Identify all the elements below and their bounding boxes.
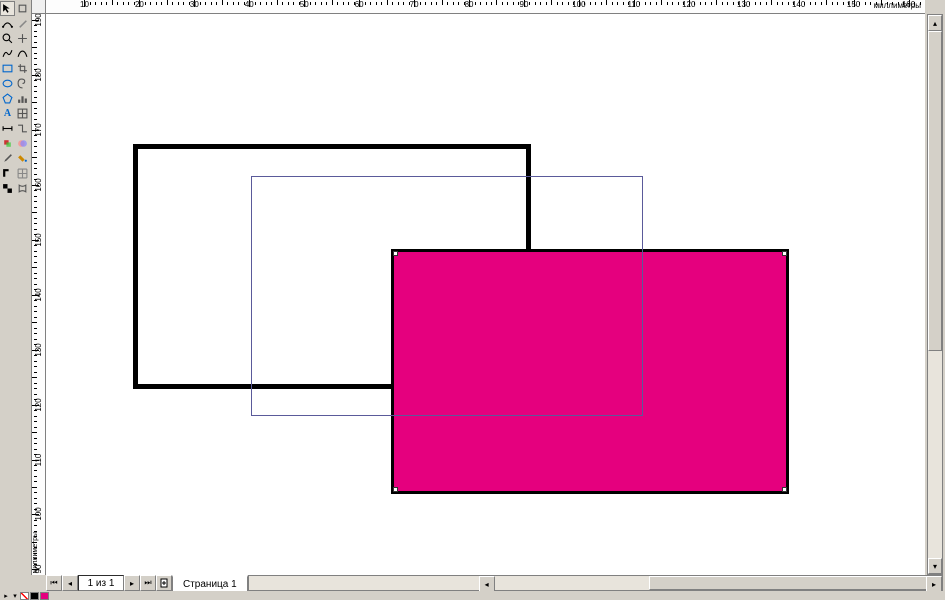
scroll-up-button[interactable]: ▴ (928, 15, 942, 31)
tool-shape[interactable] (15, 1, 30, 16)
page-counter[interactable]: 1 из 1 (78, 575, 124, 591)
canvas[interactable] (46, 14, 925, 575)
page-tab-1[interactable]: Страница 1 (172, 575, 248, 591)
tool-transparency[interactable] (0, 181, 15, 196)
tool-pan[interactable] (15, 31, 30, 46)
tool-crop[interactable] (15, 61, 30, 76)
tool-pick[interactable] (0, 1, 15, 16)
tool-polygon[interactable] (0, 91, 15, 106)
scroll-thumb-v[interactable] (928, 31, 942, 351)
tool-freehand[interactable] (0, 46, 15, 61)
page-add-button[interactable] (156, 575, 172, 591)
tool-blend[interactable] (15, 136, 30, 151)
tool-ellipse[interactable] (0, 76, 15, 91)
swatch-none[interactable] (20, 592, 29, 600)
tool-mesh[interactable] (15, 166, 30, 181)
scroll-right-button[interactable]: ▸ (926, 576, 942, 592)
tool-graph[interactable] (15, 91, 30, 106)
palette-menu[interactable]: ▾ (11, 592, 19, 600)
resize-handle-br[interactable] (782, 487, 787, 492)
tool-spiral[interactable] (15, 76, 30, 91)
tool-outline[interactable] (0, 166, 15, 181)
scroll-down-button[interactable]: ▾ (928, 558, 942, 574)
tool-table[interactable] (15, 106, 30, 121)
tool-zoom[interactable] (0, 31, 15, 46)
ruler-vertical[interactable]: миллиметры 19018017016015014013012011010… (32, 14, 46, 575)
page-prev-button[interactable]: ◂ (62, 575, 78, 591)
scroll-left-button[interactable]: ◂ (479, 576, 495, 592)
tool-eyedropper[interactable] (0, 151, 15, 166)
ruler-horizontal[interactable]: миллиметры 10203040506070809010011012013… (46, 0, 925, 14)
swatch-black[interactable] (30, 592, 39, 600)
tool-knife[interactable] (15, 16, 30, 31)
tool-rect[interactable] (0, 61, 15, 76)
ruler-corner (32, 0, 46, 14)
tool-distort[interactable] (15, 181, 30, 196)
tool-fill[interactable] (15, 151, 30, 166)
color-palette: ▸ ▾ (0, 591, 945, 600)
page-first-button[interactable]: ⏮ (46, 575, 62, 591)
scroll-thumb-h[interactable] (649, 576, 929, 590)
page-next-button[interactable]: ▸ (124, 575, 140, 591)
resize-handle-tr[interactable] (782, 251, 787, 256)
bottom-bar: ⏮ ◂ 1 из 1 ▸ ⏭ Страница 1 ◂ ▸ (46, 575, 943, 591)
scrollbar-horizontal[interactable]: ◂ ▸ (248, 575, 943, 591)
scrollbar-vertical[interactable]: ▴ ▾ (927, 14, 943, 575)
tool-text[interactable]: A (0, 106, 15, 121)
palette-scroll-left[interactable]: ▸ (2, 592, 10, 600)
tool-connector[interactable] (15, 121, 30, 136)
toolbox: A (0, 0, 32, 575)
resize-handle-bl[interactable] (393, 487, 398, 492)
page-last-button[interactable]: ⏭ (140, 575, 156, 591)
tool-node[interactable] (0, 16, 15, 31)
swatch-magenta[interactable] (40, 592, 49, 600)
tool-effects[interactable] (0, 136, 15, 151)
tool-bezier[interactable] (15, 46, 30, 61)
tool-dimension[interactable] (0, 121, 15, 136)
shape-selection-rectangle[interactable] (251, 176, 643, 416)
